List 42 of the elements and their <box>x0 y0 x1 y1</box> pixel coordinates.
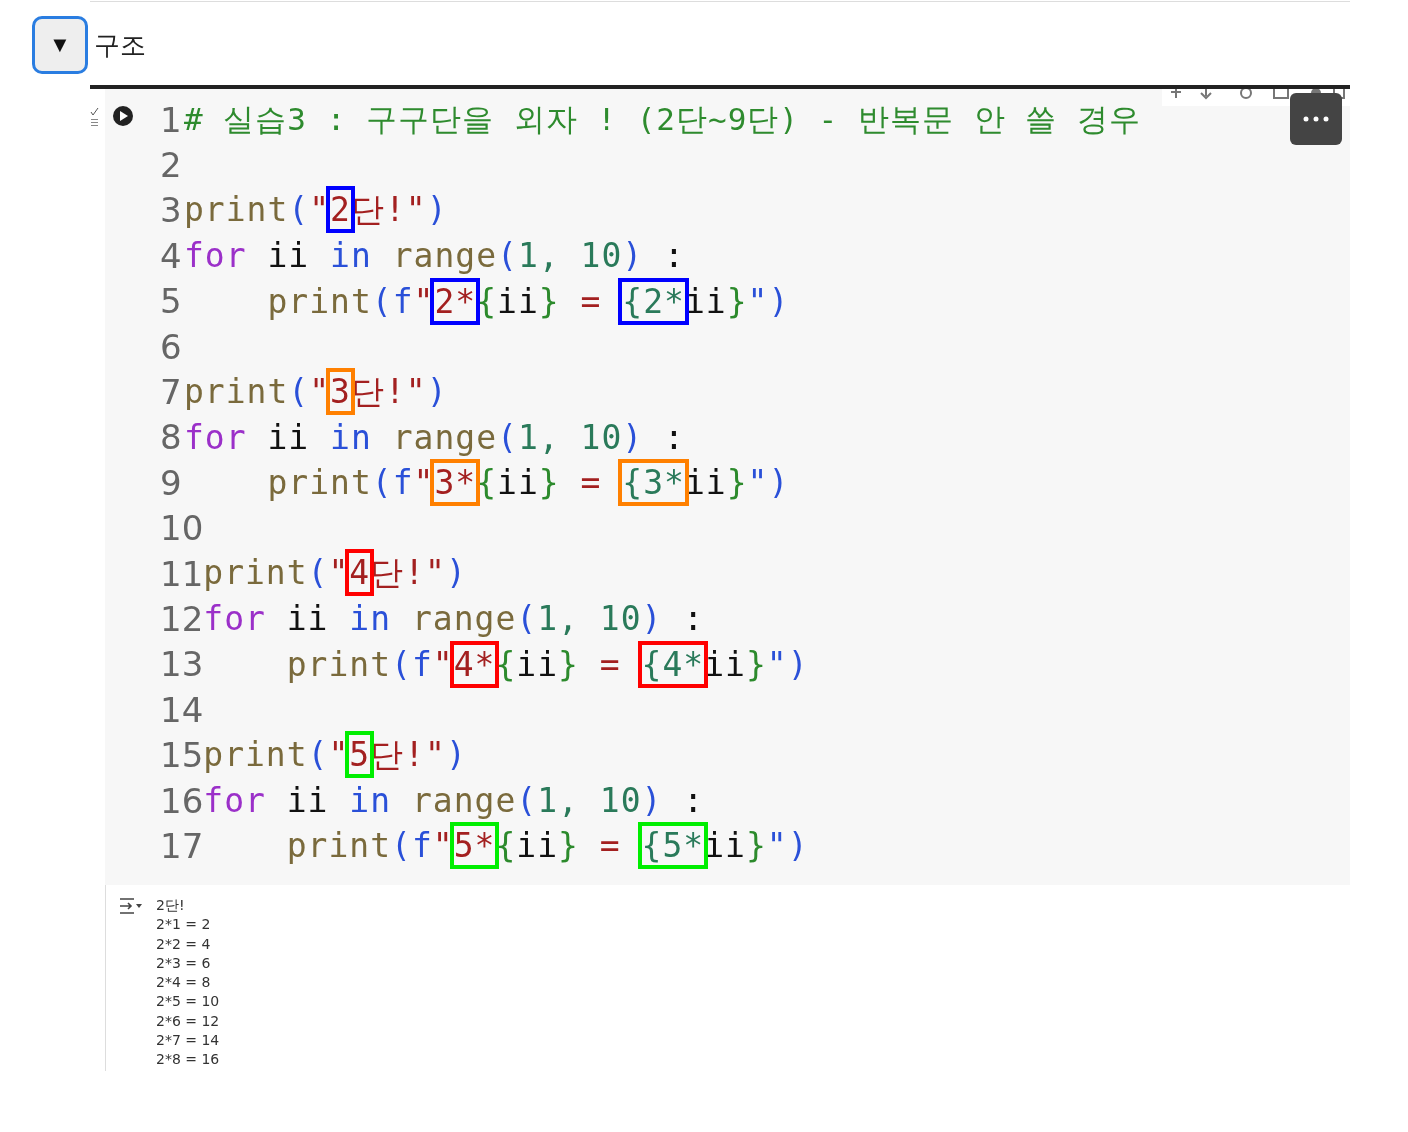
output-line: 2*1 = 2 <box>156 916 212 935</box>
check-icon <box>90 107 100 129</box>
output-line: 2*4 = 8 <box>156 974 212 993</box>
line-number: 14 <box>160 689 204 730</box>
line-number: 11 <box>160 553 204 594</box>
output-line: 2*2 = 4 <box>156 935 212 954</box>
more-options-button[interactable] <box>1290 93 1342 145</box>
code-line: print("4단!") <box>203 551 467 597</box>
line-number: 1 <box>160 99 183 140</box>
code-line: print("5 단!") <box>203 732 467 778</box>
line-number: 10 <box>160 508 204 549</box>
output-line: 2*3 = 6 <box>156 954 212 973</box>
output-line: 2*5 = 10 <box>156 993 220 1012</box>
output-line: 2단! <box>156 897 186 915</box>
output-icon[interactable] <box>118 897 142 917</box>
collapse-toggle-button[interactable]: ▼ <box>32 16 88 74</box>
code-line: for ii in range(1, 10) : <box>184 236 685 276</box>
line-number: 17 <box>160 825 204 866</box>
section-title: 구조 <box>94 28 146 62</box>
line-number: 16 <box>160 780 204 821</box>
run-cell-icon[interactable] <box>112 105 134 127</box>
output-line: 2*6 = 12 <box>156 1012 220 1031</box>
line-number: 4 <box>160 235 183 276</box>
code-line: print("2 단!") <box>184 187 448 233</box>
line-number: 12 <box>160 599 204 639</box>
line-number: 15 <box>160 735 204 776</box>
line-number: 2 <box>160 145 183 186</box>
code-line: print("3 단!") <box>184 369 448 415</box>
line-number: 8 <box>160 417 183 458</box>
code-line: for ii in range(1, 10) : <box>203 781 705 821</box>
output-line: 2*7 = 14 <box>156 1032 220 1051</box>
code-line: for ii in range(1, 10) : <box>203 599 705 639</box>
code-line: for ii in range(1, 10) : <box>184 417 685 457</box>
line-number: 5 <box>160 281 183 322</box>
more-icon <box>1303 116 1329 122</box>
line-number: 6 <box>160 326 183 367</box>
line-number: 3 <box>160 190 183 231</box>
code-line: # 실습3 : 구구단을 외자 ! (2단~9단) - 반복문 안 쓸 경우 <box>184 99 1141 139</box>
line-number: 9 <box>160 462 183 503</box>
line-number: 13 <box>160 644 204 685</box>
output-line: 2*8 = 16 <box>156 1051 220 1070</box>
line-number: 7 <box>160 372 183 413</box>
